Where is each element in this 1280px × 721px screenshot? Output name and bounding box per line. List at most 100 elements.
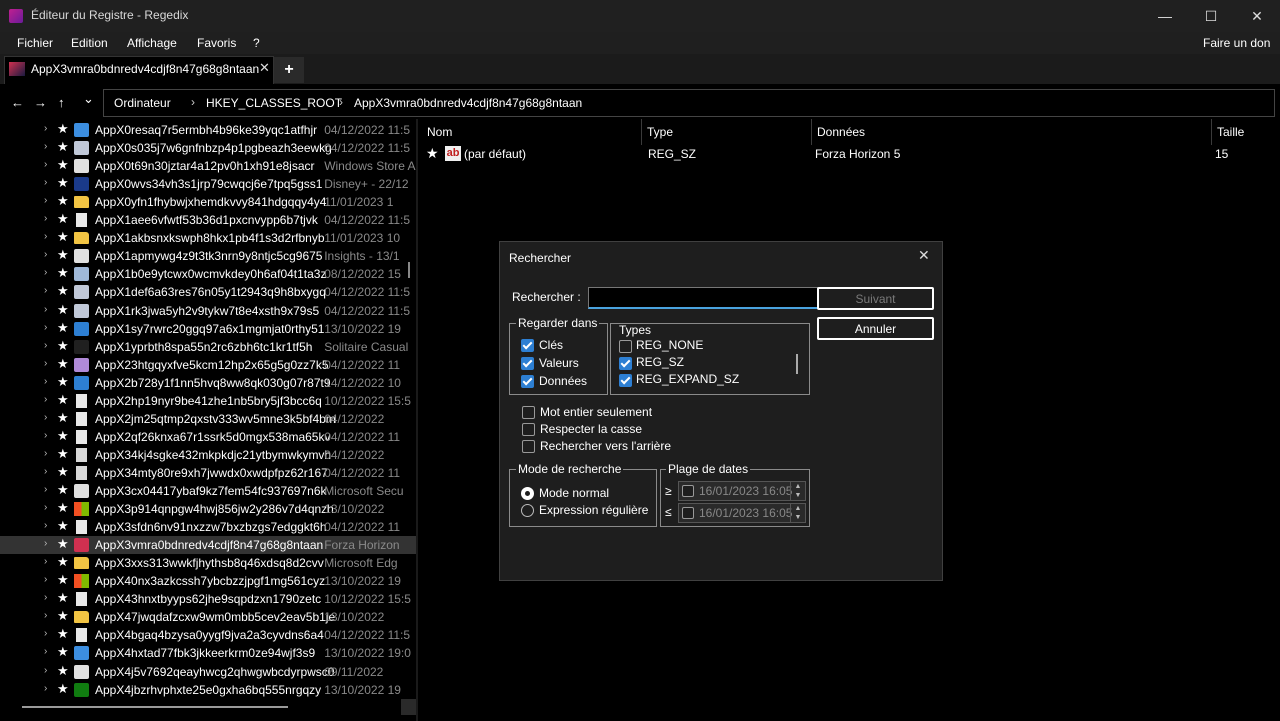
normal-mode-label[interactable]: Mode normal (539, 486, 609, 500)
favorite-star-icon[interactable]: ★ (57, 338, 69, 354)
column-separator[interactable] (641, 119, 642, 145)
expand-chevron-icon[interactable]: › (44, 430, 47, 441)
column-header-type[interactable]: Type (647, 125, 673, 139)
normal-mode-radio[interactable] (521, 487, 534, 500)
favorite-star-icon[interactable]: ★ (57, 482, 69, 498)
favorite-star-icon[interactable]: ★ (57, 320, 69, 336)
expand-chevron-icon[interactable]: › (44, 448, 47, 459)
expand-chevron-icon[interactable]: › (44, 340, 47, 351)
expand-chevron-icon[interactable]: › (44, 141, 47, 152)
column-separator[interactable] (1211, 119, 1212, 145)
keys-checkbox[interactable] (521, 339, 534, 352)
menu-help[interactable]: ? (253, 36, 260, 50)
menu-favoris[interactable]: Favoris (197, 36, 236, 50)
registry-tree[interactable]: › ★ AppX0resaq7r5ermbh4b96ke39yqc1atfhjr 04… (0, 119, 416, 699)
favorite-star-icon[interactable]: ★ (57, 121, 69, 137)
spin-up-icon[interactable]: ▲ (795, 505, 802, 512)
date-to-picker[interactable]: 16/01/2023 16:05 ▲ ▼ (678, 503, 806, 523)
date-from-picker[interactable]: 16/01/2023 16:05 ▲ ▼ (678, 481, 806, 501)
column-header-taille[interactable]: Taille (1217, 125, 1244, 139)
history-chevron-icon[interactable]: ⌄ (83, 91, 94, 107)
values-label[interactable]: Valeurs (539, 356, 579, 370)
expand-chevron-icon[interactable]: › (44, 267, 47, 278)
favorite-star-icon[interactable]: ★ (57, 464, 69, 480)
favorite-star-icon[interactable]: ★ (57, 518, 69, 534)
expand-chevron-icon[interactable]: › (44, 376, 47, 387)
match-case-label[interactable]: Respecter la casse (540, 422, 642, 436)
menu-edition[interactable]: Edition (71, 36, 108, 50)
expand-chevron-icon[interactable]: › (44, 646, 47, 657)
expand-chevron-icon[interactable]: › (44, 123, 47, 134)
spin-down-icon[interactable]: ▼ (795, 514, 802, 521)
favorite-star-icon[interactable]: ★ (57, 229, 69, 245)
tree-row[interactable]: › ★ AppX4hxtad77fbk3jkkeerkrm0ze94wjf3s9 13… (0, 644, 416, 662)
favorite-star-icon[interactable]: ★ (57, 663, 69, 679)
search-backwards-label[interactable]: Rechercher vers l'arrière (540, 439, 671, 453)
tree-row[interactable]: › ★ AppX1akbsnxkswph8hkx1pb4f1s3d2rfbnyb 11… (0, 229, 416, 247)
tree-row[interactable]: › ★ AppX40nx3azkcssh7ybcbzzjpgf1mg561cyz 13… (0, 572, 416, 590)
expand-chevron-icon[interactable]: › (44, 665, 47, 676)
favorite-star-icon[interactable]: ★ (57, 157, 69, 173)
tree-row[interactable]: › ★ AppX43hnxtbyyps62jhe9sqpdzxn1790zetc 10… (0, 590, 416, 608)
tree-row[interactable]: › ★ AppX0t69n30jztar4a12pv0h1xh91e8jsacr Wi… (0, 157, 416, 175)
tree-row[interactable]: › ★ AppX34mty80re9xh7jwwdx0xwdpfpz62r167 04… (0, 464, 416, 482)
expand-chevron-icon[interactable]: › (44, 520, 47, 531)
expand-chevron-icon[interactable]: › (44, 159, 47, 170)
favorite-star-icon[interactable]: ★ (57, 572, 69, 588)
favorite-star-icon[interactable]: ★ (57, 139, 69, 155)
expand-chevron-icon[interactable]: › (44, 285, 47, 296)
donate-link[interactable]: Faire un don (1203, 36, 1270, 50)
back-arrow-icon[interactable]: ← (11, 95, 24, 110)
data-label[interactable]: Données (539, 374, 587, 388)
expand-chevron-icon[interactable]: › (44, 556, 47, 567)
values-checkbox[interactable] (521, 357, 534, 370)
whole-word-label[interactable]: Mot entier seulement (540, 405, 652, 419)
menu-affichage[interactable]: Affichage (127, 36, 177, 50)
column-separator[interactable] (811, 119, 812, 145)
match-case-checkbox[interactable] (522, 423, 535, 436)
whole-word-checkbox[interactable] (522, 406, 535, 419)
data-checkbox[interactable] (521, 375, 534, 388)
expand-chevron-icon[interactable]: › (44, 628, 47, 639)
favorite-star-icon[interactable]: ★ (57, 644, 69, 660)
favorite-star-icon[interactable]: ★ (57, 265, 69, 281)
spin-up-icon[interactable]: ▲ (795, 483, 802, 490)
favorite-star-icon[interactable]: ★ (57, 410, 69, 426)
reg-sz-checkbox[interactable] (619, 357, 632, 370)
next-button[interactable]: Suivant (817, 287, 934, 310)
favorite-star-icon[interactable]: ★ (57, 302, 69, 318)
favorite-star-icon[interactable]: ★ (57, 392, 69, 408)
keys-label[interactable]: Clés (539, 338, 563, 352)
tree-horizontal-scrollbar[interactable] (22, 706, 288, 708)
types-scrollbar[interactable] (796, 354, 798, 374)
tree-row[interactable]: › ★ AppX1b0e9ytcwx0wcmvkdey0h6af04t1ta3z 08… (0, 265, 416, 283)
expand-chevron-icon[interactable]: › (44, 231, 47, 242)
tree-row[interactable]: › ★ AppX2jm25qtmp2qxstv333wv5mne3k5bf4bm 04… (0, 410, 416, 428)
favorite-star-icon[interactable]: ★ (57, 590, 69, 606)
regex-mode-radio[interactable] (521, 504, 534, 517)
minimize-button[interactable]: — (1142, 0, 1188, 32)
expand-chevron-icon[interactable]: › (44, 358, 47, 369)
up-arrow-icon[interactable]: ↑ (58, 95, 65, 110)
address-bar[interactable]: Ordinateur › HKEY_CLASSES_ROOT › AppX3vm… (103, 89, 1275, 117)
tree-row[interactable]: › ★ AppX3vmra0bdnredv4cdjf8n47g68g8ntaan Fo… (0, 536, 416, 555)
expand-chevron-icon[interactable]: › (44, 683, 47, 694)
tree-row[interactable]: › ★ AppX3p914qnpgw4hwj856jw2y286v7d4qnzh 13… (0, 500, 416, 518)
expand-chevron-icon[interactable]: › (44, 213, 47, 224)
expand-chevron-icon[interactable]: › (44, 610, 47, 621)
cancel-button[interactable]: Annuler (817, 317, 934, 340)
tree-row[interactable]: › ★ AppX3cx04417ybaf9kz7fem54fc937697n6k Mi… (0, 482, 416, 500)
search-backwards-checkbox[interactable] (522, 440, 535, 453)
dialog-close-icon[interactable]: ✕ (918, 247, 930, 264)
expand-chevron-icon[interactable]: › (44, 466, 47, 477)
tree-row[interactable]: › ★ AppX2hp19nyr9be41zhe1nb5bry5jf3bcc6q 10… (0, 392, 416, 410)
tree-row[interactable]: › ★ AppX23htgqyxfve5kcm12hp2x65g5g0zz7k5 04… (0, 356, 416, 374)
favorite-star-icon[interactable]: ★ (57, 428, 69, 444)
column-header-nom[interactable]: Nom (427, 125, 452, 139)
tree-row[interactable]: › ★ AppX0yfn1fhybwjxhemdkvvy841hdgqqy4y4 11… (0, 193, 416, 211)
expand-chevron-icon[interactable]: › (44, 484, 47, 495)
favorite-star-icon[interactable]: ★ (57, 554, 69, 570)
favorite-star-icon[interactable]: ★ (57, 193, 69, 209)
tree-row[interactable]: › ★ AppX2b728y1f1nn5hvq8ww8qk030g07r87t9 14… (0, 374, 416, 392)
tree-row[interactable]: › ★ AppX47jwqdafzcxw9wm0mbb5cev2eav5b1je 13… (0, 608, 416, 626)
